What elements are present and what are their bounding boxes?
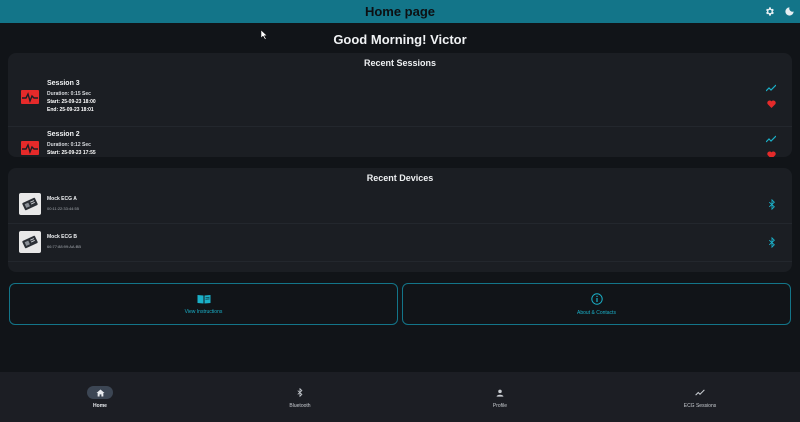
app-bar: Home page [0,0,800,23]
nav-item-ecg-sessions[interactable]: ECG Sessions [670,386,730,412]
bluetooth-icon[interactable] [768,199,776,210]
home-icon [87,386,113,399]
favorite-heart-icon[interactable] [767,151,776,157]
appbar-actions [762,4,796,18]
favorite-heart-icon[interactable] [767,100,776,108]
view-instructions-button[interactable]: View Instructions [9,283,398,325]
view-trend-icon[interactable] [766,84,776,92]
session-end: End: 25-09-23 18:01 [47,107,94,113]
recent-sessions-title: Recent Sessions [363,58,437,68]
recent-sessions-card: Recent Sessions Session 3 Duration: 0:15… [8,53,792,157]
device-mac-address: 66:77:88:99:AA:BB [47,244,82,249]
view-trend-icon[interactable] [766,135,776,143]
session-duration: Duration: 0:15 Sec [47,91,91,97]
nav-label-home: Home [93,403,107,409]
bluetooth-icon[interactable] [768,237,776,248]
nav-item-profile[interactable]: Profile [470,386,530,412]
ecg-heart-monitor-icon [21,90,39,104]
device-name: Mock ECG B [47,234,78,240]
session-list-item[interactable]: Session 2 Duration: 0:12 Sec Start: 25-0… [8,128,792,157]
device-name: Mock ECG A [47,196,77,202]
view-instructions-label: View Instructions [184,308,223,315]
settings-gear-icon[interactable] [762,4,776,18]
session-name: Session 3 [47,80,80,87]
device-list-item[interactable]: Mock ECG B 66:77:88:99:AA:BB [8,224,792,262]
greeting-text: Good Morning! Victor [333,32,467,47]
page-title: Home page [364,4,436,19]
ecg-device-image [19,231,41,253]
nav-item-home[interactable]: Home [70,386,130,412]
bottom-navigation-bar: Home Bluetooth Profile ECG Sessions [0,372,800,422]
trend-icon [687,386,713,399]
bluetooth-icon [287,386,313,399]
book-icon [197,294,210,303]
nav-label-profile: Profile [492,403,508,409]
nav-label-ecg-sessions: ECG Sessions [683,403,717,409]
session-duration: Duration: 0:12 Sec [47,142,91,148]
info-icon [590,292,603,305]
session-list-item[interactable]: Session 3 Duration: 0:15 Sec Start: 25-0… [8,77,792,127]
ecg-heart-monitor-icon [21,141,39,155]
device-mac-address: 00:11:22:33:44:55 [47,206,79,211]
session-start: Start: 25-09-23 18:00 [47,99,96,105]
ecg-device-image [19,193,41,215]
about-contacts-label: About & Contacts [577,309,616,316]
session-start: Start: 25-09-23 17:55 [47,150,96,156]
dark-mode-moon-icon[interactable] [782,4,796,18]
recent-devices-title: Recent Devices [366,173,434,183]
about-contacts-button[interactable]: About & Contacts [402,283,791,325]
nav-item-bluetooth[interactable]: Bluetooth [270,386,330,412]
device-list-item[interactable]: Mock ECG A 00:11:22:33:44:55 [8,186,792,224]
nav-label-bluetooth: Bluetooth [289,403,311,409]
session-name: Session 2 [47,131,80,138]
recent-devices-card: Recent Devices Mock ECG A 00:11:22:33:44… [8,168,792,272]
person-icon [487,386,513,399]
